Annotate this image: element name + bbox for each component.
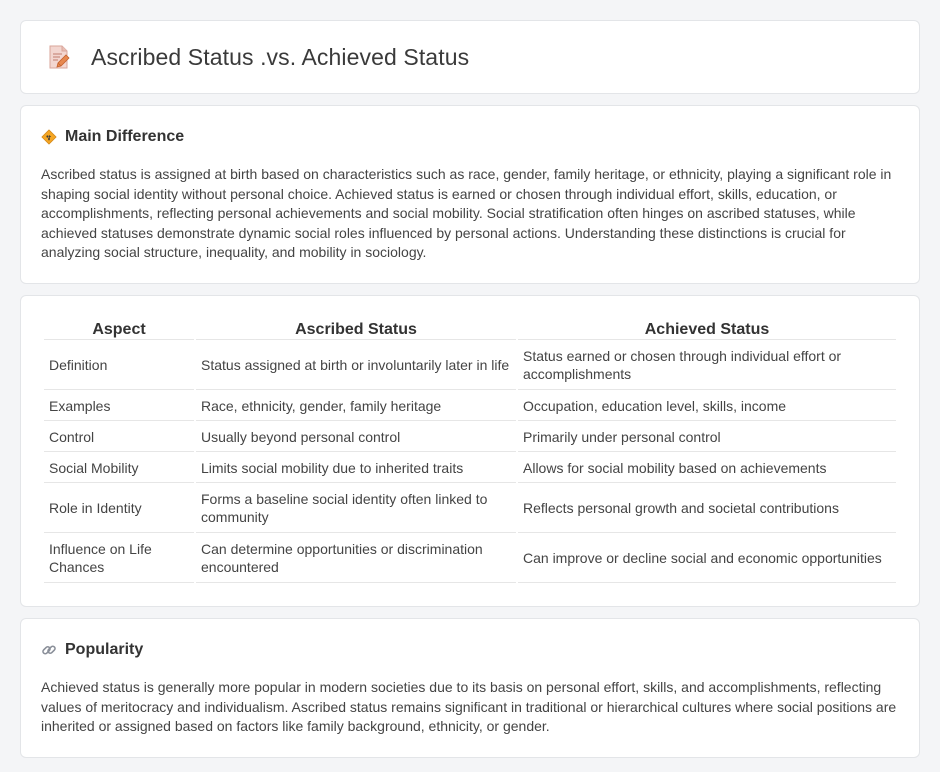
table-cell-ascribed: Limits social mobility due to inherited … — [196, 454, 516, 483]
table-cell-aspect: Control — [44, 423, 194, 452]
column-header-ascribed: Ascribed Status — [196, 320, 516, 340]
popularity-section: Popularity Achieved status is generally … — [20, 617, 920, 758]
popularity-title: Popularity — [65, 640, 144, 658]
table-row: Control Usually beyond personal control … — [44, 423, 896, 452]
popularity-heading: Popularity — [41, 641, 899, 659]
column-header-achieved: Achieved Status — [518, 320, 896, 340]
main-difference-heading: Main Difference — [41, 128, 899, 146]
table-cell-ascribed: Race, ethnicity, gender, family heritage — [196, 392, 516, 421]
table-row: Social Mobility Limits social mobility d… — [44, 454, 896, 483]
table-cell-aspect: Role in Identity — [44, 485, 194, 533]
table-row: Examples Race, ethnicity, gender, family… — [44, 392, 896, 421]
table-cell-achieved: Occupation, education level, skills, inc… — [518, 392, 896, 421]
table-row: Influence on Life Chances Can determine … — [44, 535, 896, 583]
table-row: Role in Identity Forms a baseline social… — [44, 485, 896, 533]
popularity-text: Achieved status is generally more popula… — [41, 678, 897, 735]
table-cell-achieved: Status earned or chosen through individu… — [518, 342, 896, 390]
document-pencil-icon — [49, 45, 70, 69]
table-header-row: Aspect Ascribed Status Achieved Status — [44, 320, 896, 340]
table-cell-ascribed: Usually beyond personal control — [196, 423, 516, 452]
table-cell-aspect: Influence on Life Chances — [44, 535, 194, 583]
page-title: Ascribed Status .vs. Achieved Status — [91, 43, 470, 70]
column-header-aspect: Aspect — [44, 320, 194, 340]
table-cell-achieved: Allows for social mobility based on achi… — [518, 454, 896, 483]
table-cell-aspect: Examples — [44, 392, 194, 421]
diamond-sign-icon — [41, 129, 57, 145]
table-cell-aspect: Social Mobility — [44, 454, 194, 483]
comparison-table: Aspect Ascribed Status Achieved Status D… — [42, 318, 898, 585]
table-cell-ascribed: Can determine opportunities or discrimin… — [196, 535, 516, 583]
table-cell-achieved: Can improve or decline social and econom… — [518, 535, 896, 583]
table-cell-aspect: Definition — [44, 342, 194, 390]
main-difference-text: Ascribed status is assigned at birth bas… — [41, 166, 892, 261]
table-cell-ascribed: Forms a baseline social identity often l… — [196, 485, 516, 533]
table-cell-ascribed: Status assigned at birth or involuntaril… — [196, 342, 516, 390]
link-icon — [42, 645, 56, 655]
table-row: Definition Status assigned at birth or i… — [44, 342, 896, 390]
header-card: Ascribed Status .vs. Achieved Status — [20, 20, 920, 94]
table-cell-achieved: Primarily under personal control — [518, 423, 896, 452]
comparison-section: Aspect Ascribed Status Achieved Status D… — [20, 294, 920, 607]
main-difference-section: Main Difference Ascribed status is assig… — [20, 105, 920, 284]
main-difference-title: Main Difference — [65, 128, 185, 145]
table-cell-achieved: Reflects personal growth and societal co… — [518, 485, 896, 533]
